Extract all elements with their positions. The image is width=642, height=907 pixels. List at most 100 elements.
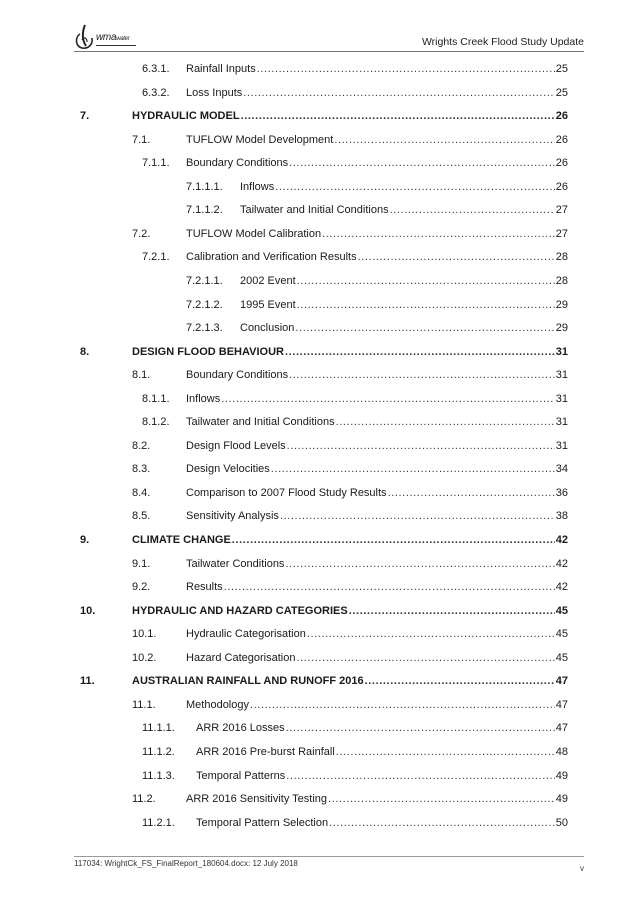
toc-link[interactable]: TUFLOW Model Development 26 bbox=[186, 132, 568, 148]
toc-section-title: Tailwater and Initial Conditions bbox=[186, 414, 336, 430]
toc-section-number: 9.2. bbox=[132, 581, 151, 593]
toc-entry[interactable]: 10. HYDRAULIC AND HAZARD CATEGORIES 45 bbox=[0, 603, 642, 619]
toc-link[interactable]: Inflows 26 bbox=[240, 179, 568, 195]
toc-link[interactable]: Design Flood Levels 31 bbox=[186, 438, 568, 454]
toc-page-number: 28 bbox=[555, 275, 568, 287]
toc-entry[interactable]: 8. DESIGN FLOOD BEHAVIOUR 31 bbox=[0, 344, 642, 360]
toc-link[interactable]: Tailwater and Initial Conditions 27 bbox=[240, 202, 568, 218]
toc-link[interactable]: ARR 2016 Losses 47 bbox=[196, 720, 568, 736]
toc-entry[interactable]: 8.1. Boundary Conditions 31 bbox=[0, 367, 642, 383]
toc-entry[interactable]: 9.2. Results 42 bbox=[0, 579, 642, 595]
toc-entry[interactable]: 11.1.3. Temporal Patterns 49 bbox=[0, 768, 642, 784]
toc-dot-leader bbox=[250, 697, 555, 713]
toc-section-title: CLIMATE CHANGE bbox=[132, 532, 232, 548]
toc-entry[interactable]: 11.1.2. ARR 2016 Pre-burst Rainfall 48 bbox=[0, 744, 642, 760]
toc-link[interactable]: CLIMATE CHANGE 42 bbox=[132, 532, 568, 548]
toc-link[interactable]: 2002 Event 28 bbox=[240, 273, 568, 289]
toc-page-number: 31 bbox=[555, 346, 568, 358]
toc-section-number: 7.2.1. bbox=[142, 251, 170, 263]
toc-page-number: 31 bbox=[555, 393, 568, 405]
toc-entry[interactable]: 8.1.1. Inflows 31 bbox=[0, 391, 642, 407]
page-footer: 117034: WrightCk_FS_FinalReport_180604.d… bbox=[74, 856, 584, 873]
toc-link[interactable]: HYDRAULIC AND HAZARD CATEGORIES 45 bbox=[132, 603, 568, 619]
toc-entry[interactable]: 8.2. Design Flood Levels 31 bbox=[0, 438, 642, 454]
toc-link[interactable]: Methodology 47 bbox=[186, 697, 568, 713]
toc-entry[interactable]: 7.1.1.1. Inflows 26 bbox=[0, 179, 642, 195]
toc-section-title: Boundary Conditions bbox=[186, 367, 290, 383]
toc-page-number: 25 bbox=[555, 63, 568, 75]
toc-link[interactable]: DESIGN FLOOD BEHAVIOUR 31 bbox=[132, 344, 568, 360]
toc-section-number: 7.2.1.3. bbox=[186, 322, 223, 334]
toc-entry[interactable]: 10.2. Hazard Categorisation 45 bbox=[0, 650, 642, 666]
toc-entry[interactable]: 11.2. ARR 2016 Sensitivity Testing 49 bbox=[0, 791, 642, 807]
toc-link[interactable]: Conclusion 29 bbox=[240, 320, 568, 336]
toc-link[interactable]: Tailwater Conditions 42 bbox=[186, 556, 568, 572]
toc-dot-leader bbox=[241, 108, 555, 124]
toc-link[interactable]: Tailwater and Initial Conditions 31 bbox=[186, 414, 568, 430]
toc-link[interactable]: Hydraulic Categorisation 45 bbox=[186, 626, 568, 642]
toc-entry[interactable]: 9. CLIMATE CHANGE 42 bbox=[0, 532, 642, 548]
toc-link[interactable]: 1995 Event 29 bbox=[240, 297, 568, 313]
toc-page-number: 31 bbox=[555, 440, 568, 452]
toc-entry[interactable]: 9.1. Tailwater Conditions 42 bbox=[0, 556, 642, 572]
toc-section-number: 10.1. bbox=[132, 628, 157, 640]
toc-link[interactable]: Calibration and Verification Results 28 bbox=[186, 249, 568, 265]
toc-link[interactable]: Boundary Conditions 31 bbox=[186, 367, 568, 383]
toc-section-number: 7.1.1.1. bbox=[186, 181, 223, 193]
toc-entry[interactable]: 7. HYDRAULIC MODEL 26 bbox=[0, 108, 642, 124]
toc-entry[interactable]: 8.5. Sensitivity Analysis 38 bbox=[0, 508, 642, 524]
toc-dot-leader bbox=[280, 508, 555, 524]
toc-entry[interactable]: 11.2.1. Temporal Pattern Selection 50 bbox=[0, 815, 642, 831]
toc-entry[interactable]: 7.1.1.2. Tailwater and Initial Conditions… bbox=[0, 202, 642, 218]
toc-link[interactable]: Temporal Pattern Selection 50 bbox=[196, 815, 568, 831]
toc-entry[interactable]: 7.1. TUFLOW Model Development 26 bbox=[0, 132, 642, 148]
toc-dot-leader bbox=[365, 673, 555, 689]
toc-link[interactable]: Sensitivity Analysis 38 bbox=[186, 508, 568, 524]
toc-link[interactable]: Hazard Categorisation 45 bbox=[186, 650, 568, 666]
toc-link[interactable]: Results 42 bbox=[186, 579, 568, 595]
toc-page-number: 29 bbox=[555, 322, 568, 334]
toc-entry[interactable]: 7.2. TUFLOW Model Calibration 27 bbox=[0, 226, 642, 242]
toc-page-number: 36 bbox=[555, 487, 568, 499]
toc-link[interactable]: AUSTRALIAN RAINFALL AND RUNOFF 2016 47 bbox=[132, 673, 568, 689]
toc-entry[interactable]: 6.3.2. Loss Inputs 25 bbox=[0, 85, 642, 101]
toc-dot-leader bbox=[285, 556, 554, 572]
toc-entry[interactable]: 11. AUSTRALIAN RAINFALL AND RUNOFF 2016 47 bbox=[0, 673, 642, 689]
toc-entry[interactable]: 7.2.1. Calibration and Verification Resul… bbox=[0, 249, 642, 265]
toc-link[interactable]: Inflows 31 bbox=[186, 391, 568, 407]
toc-entry[interactable]: 8.1.2. Tailwater and Initial Conditions 31 bbox=[0, 414, 642, 430]
toc-link[interactable]: Rainfall Inputs 25 bbox=[186, 61, 568, 77]
toc-section-title: Inflows bbox=[186, 391, 222, 407]
toc-section-title: Design Velocities bbox=[186, 461, 271, 477]
toc-entry[interactable]: 10.1. Hydraulic Categorisation 45 bbox=[0, 626, 642, 642]
toc-link[interactable]: Boundary Conditions 26 bbox=[186, 155, 568, 171]
toc-link[interactable]: Temporal Patterns 49 bbox=[196, 768, 568, 784]
toc-link[interactable]: TUFLOW Model Calibration 27 bbox=[186, 226, 568, 242]
toc-entry[interactable]: 7.2.1.3. Conclusion 29 bbox=[0, 320, 642, 336]
toc-link[interactable]: Loss Inputs 25 bbox=[186, 85, 568, 101]
toc-entry[interactable]: 8.3. Design Velocities 34 bbox=[0, 461, 642, 477]
toc-page-number: 31 bbox=[555, 369, 568, 381]
toc-link[interactable]: Comparison to 2007 Flood Study Results 36 bbox=[186, 485, 568, 501]
toc-link[interactable]: ARR 2016 Pre-burst Rainfall 48 bbox=[196, 744, 568, 760]
toc-section-title: AUSTRALIAN RAINFALL AND RUNOFF 2016 bbox=[132, 673, 365, 689]
toc-entry[interactable]: 6.3.1. Rainfall Inputs 25 bbox=[0, 61, 642, 77]
toc-section-title: TUFLOW Model Calibration bbox=[186, 226, 323, 242]
toc-section-number: 9. bbox=[80, 534, 90, 546]
toc-section-number: 7.1.1. bbox=[142, 157, 170, 169]
toc-section-title: 2002 Event bbox=[240, 273, 297, 289]
toc-section-title: Conclusion bbox=[240, 320, 296, 336]
toc-section-title: HYDRAULIC AND HAZARD CATEGORIES bbox=[132, 603, 349, 619]
header-divider bbox=[74, 51, 584, 52]
toc-entry[interactable]: 8.4. Comparison to 2007 Flood Study Resul… bbox=[0, 485, 642, 501]
toc-dot-leader bbox=[329, 815, 555, 831]
toc-link[interactable]: ARR 2016 Sensitivity Testing 49 bbox=[186, 791, 568, 807]
toc-entry[interactable]: 7.1.1. Boundary Conditions 26 bbox=[0, 155, 642, 171]
toc-dot-leader bbox=[295, 320, 554, 336]
toc-entry[interactable]: 7.2.1.1. 2002 Event 28 bbox=[0, 273, 642, 289]
toc-entry[interactable]: 11.1.1. ARR 2016 Losses 47 bbox=[0, 720, 642, 736]
toc-entry[interactable]: 7.2.1.2. 1995 Event 29 bbox=[0, 297, 642, 313]
toc-link[interactable]: Design Velocities 34 bbox=[186, 461, 568, 477]
toc-link[interactable]: HYDRAULIC MODEL 26 bbox=[132, 108, 568, 124]
toc-entry[interactable]: 11.1. Methodology 47 bbox=[0, 697, 642, 713]
